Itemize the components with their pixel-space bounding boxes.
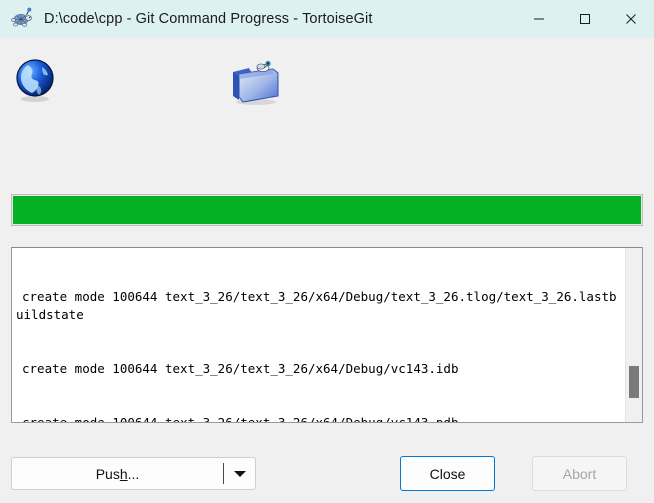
log-line: create mode 100644 text_3_26/text_3_26/x… — [16, 414, 622, 422]
push-split-button[interactable]: Pus h... — [11, 457, 256, 490]
close-icon — [626, 14, 636, 24]
progress-bar — [11, 194, 643, 226]
close-button[interactable]: Close — [400, 456, 495, 491]
dialog-client-area: create mode 100644 text_3_26/text_3_26/x… — [0, 38, 654, 503]
close-window-button[interactable] — [608, 0, 654, 38]
push-button-label-mnemonic: h — [119, 465, 128, 482]
chevron-down-icon — [233, 470, 246, 477]
window-titlebar: D:\code\cpp - Git Command Progress - Tor… — [0, 0, 654, 38]
window-controls — [516, 0, 654, 38]
abort-button: Abort — [532, 456, 627, 491]
log-scrollbar[interactable] — [625, 248, 642, 422]
maximize-icon — [580, 14, 590, 24]
abort-button-label: Abort — [562, 465, 597, 482]
log-line: create mode 100644 text_3_26/text_3_26/x… — [22, 361, 459, 376]
push-button-label-after: ... — [127, 465, 140, 482]
git-output-log-text: create mode 100644 text_3_26/text_3_26/x… — [12, 248, 624, 422]
git-output-log[interactable]: create mode 100644 text_3_26/text_3_26/x… — [11, 247, 643, 423]
window-title: D:\code\cpp - Git Command Progress - Tor… — [44, 11, 373, 27]
log-line: create mode 100644 text_3_26/text_3_26/x… — [16, 289, 617, 322]
push-button-label-before: Pus — [95, 465, 120, 482]
globe-icon — [12, 56, 60, 104]
minimize-button[interactable] — [516, 0, 562, 38]
close-button-label: Close — [429, 465, 466, 482]
folder-git-icon — [227, 56, 285, 108]
minimize-icon — [534, 18, 544, 20]
animation-icon-strip — [0, 38, 654, 186]
maximize-button[interactable] — [562, 0, 608, 38]
push-dropdown-button[interactable] — [224, 458, 255, 489]
progress-bar-fill — [13, 196, 641, 224]
push-button[interactable]: Pus h... — [12, 458, 223, 489]
tortoisegit-turtle-icon — [9, 6, 35, 32]
log-scrollbar-thumb[interactable] — [629, 366, 639, 398]
